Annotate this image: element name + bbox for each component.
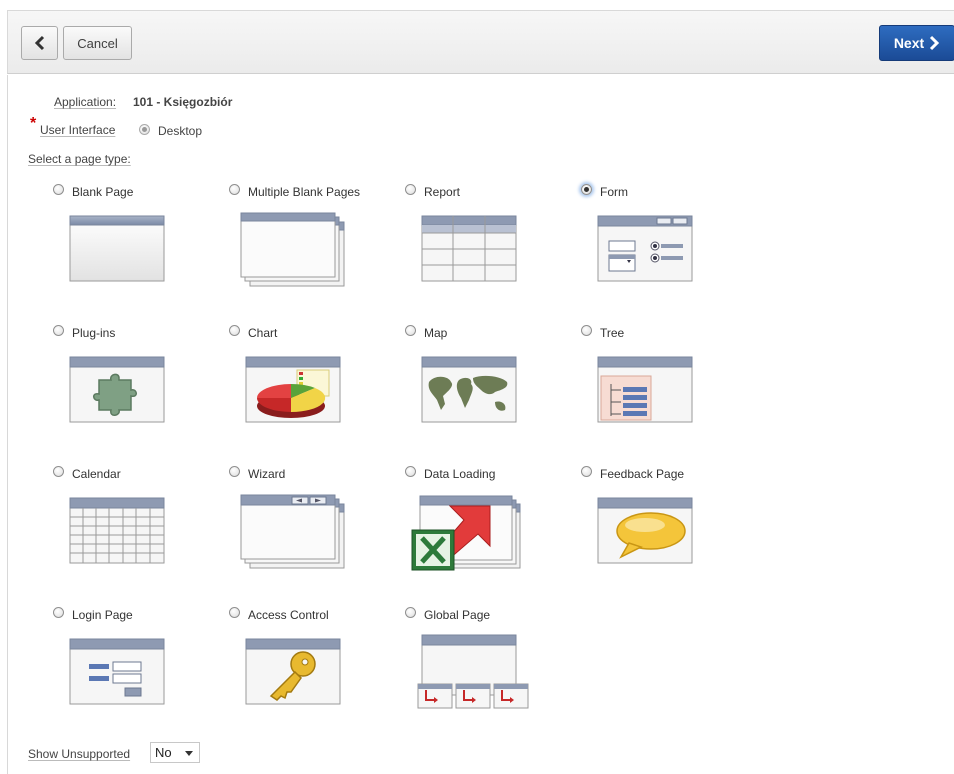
login-form-icon: [69, 638, 165, 705]
label-map[interactable]: Map: [424, 326, 447, 340]
data-loading-icon: [411, 495, 521, 571]
chevron-left-icon: [34, 35, 44, 51]
label-multiple-blank-pages[interactable]: Multiple Blank Pages: [248, 185, 360, 199]
label-login-page[interactable]: Login Page: [72, 608, 133, 622]
radio-report[interactable]: [405, 184, 416, 195]
radio-wizard[interactable]: [229, 466, 240, 477]
chevron-down-icon: [185, 751, 193, 756]
application-label: Application:: [54, 95, 117, 109]
key-icon: [245, 638, 341, 705]
label-wizard[interactable]: Wizard: [248, 467, 285, 481]
stacked-pages-icon: [240, 212, 345, 287]
form-icon: [597, 215, 693, 282]
radio-data-loading[interactable]: [405, 466, 416, 477]
show-unsupported-value: No: [155, 745, 172, 760]
global-page-icon: [417, 634, 529, 709]
label-report[interactable]: Report: [424, 185, 460, 199]
thumb-tree[interactable]: [597, 356, 693, 424]
radio-map[interactable]: [405, 325, 416, 336]
label-blank-page[interactable]: Blank Page: [72, 185, 133, 199]
thumb-global-page[interactable]: [416, 634, 530, 710]
next-button[interactable]: Next: [879, 25, 954, 61]
label-global-page[interactable]: Global Page: [424, 608, 490, 622]
back-button[interactable]: [21, 26, 58, 60]
radio-form[interactable]: [581, 184, 592, 195]
content-frame-border: [7, 75, 8, 774]
label-chart[interactable]: Chart: [248, 326, 277, 340]
label-plug-ins[interactable]: Plug-ins: [72, 326, 115, 340]
desktop-label: Desktop: [158, 124, 203, 138]
radio-plug-ins[interactable]: [53, 325, 64, 336]
radio-login-page[interactable]: [53, 607, 64, 618]
select-page-type-label: Select a page type:: [28, 152, 131, 166]
required-marker: *: [30, 115, 37, 132]
wizard-toolbar: Cancel Next: [7, 10, 954, 74]
label-tree[interactable]: Tree: [600, 326, 624, 340]
next-button-label: Next: [893, 35, 925, 51]
thumb-plug-ins[interactable]: [69, 356, 165, 424]
radio-feedback-page[interactable]: [581, 466, 592, 477]
puzzle-piece-icon: [69, 356, 165, 423]
thumb-wizard[interactable]: [240, 494, 346, 570]
blank-page-icon: [69, 215, 165, 282]
thumb-map[interactable]: [421, 356, 517, 424]
tree-icon: [597, 356, 693, 423]
show-unsupported-label: Show Unsupported: [28, 747, 131, 761]
desktop-radio[interactable]: [139, 124, 150, 135]
radio-access-control[interactable]: [229, 607, 240, 618]
speech-bubble-icon: [597, 497, 693, 564]
radio-calendar[interactable]: [53, 466, 64, 477]
user-interface-label: User Interface: [40, 123, 116, 137]
wizard-pages-icon: [240, 494, 345, 569]
report-grid-icon: [421, 215, 517, 282]
thumb-data-loading[interactable]: [410, 494, 522, 574]
label-data-loading[interactable]: Data Loading: [424, 467, 495, 481]
cancel-button[interactable]: Cancel: [63, 26, 132, 60]
application-value: 101 - Księgozbiór: [133, 95, 233, 109]
thumb-report[interactable]: [421, 215, 517, 283]
thumb-login-page[interactable]: [69, 638, 165, 706]
label-calendar[interactable]: Calendar: [72, 467, 121, 481]
label-feedback-page[interactable]: Feedback Page: [600, 467, 684, 481]
thumb-chart[interactable]: [245, 356, 341, 424]
radio-chart[interactable]: [229, 325, 240, 336]
thumb-feedback-page[interactable]: [597, 497, 693, 565]
show-unsupported-select[interactable]: No: [150, 742, 200, 763]
label-access-control[interactable]: Access Control: [248, 608, 329, 622]
world-map-icon: [421, 356, 517, 423]
thumb-calendar[interactable]: [69, 497, 165, 565]
label-form[interactable]: Form: [600, 185, 628, 199]
thumb-multiple-blank-pages[interactable]: [240, 212, 346, 288]
radio-blank-page[interactable]: [53, 184, 64, 195]
thumb-blank-page[interactable]: [69, 215, 165, 283]
radio-multiple-blank-pages[interactable]: [229, 184, 240, 195]
thumb-form[interactable]: [597, 215, 693, 283]
chevron-right-icon: [930, 35, 940, 51]
pie-chart-icon: [245, 356, 341, 423]
radio-global-page[interactable]: [405, 607, 416, 618]
radio-tree[interactable]: [581, 325, 592, 336]
calendar-icon: [69, 497, 165, 564]
thumb-access-control[interactable]: [245, 638, 341, 706]
